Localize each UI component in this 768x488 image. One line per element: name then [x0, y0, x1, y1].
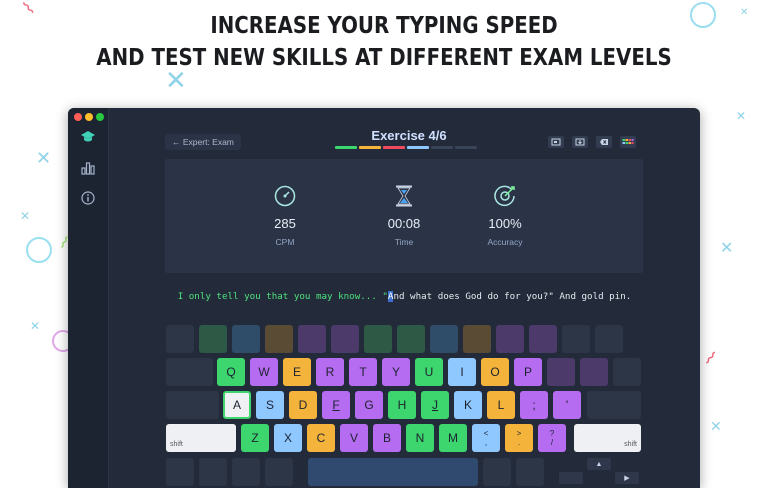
key-n[interactable]: N	[406, 424, 434, 452]
key-t[interactable]: T	[349, 358, 377, 386]
key-upper-label: <	[483, 429, 489, 438]
key-lower-label: ,	[484, 438, 488, 447]
virtual-keyboard: Q W E R T Y U I O P A S D F G H J K L; ' shift Z X C V B N M <, >.? / s…	[109, 108, 700, 488]
key-x[interactable]: X	[274, 424, 302, 452]
space-key[interactable]	[308, 458, 478, 486]
graduation-cap-icon	[81, 131, 95, 142]
key-j[interactable]: J	[421, 391, 449, 419]
key-o[interactable]: O	[481, 358, 509, 386]
sidebar-item-info[interactable]	[79, 189, 97, 207]
key-period[interactable]: >.	[505, 424, 533, 452]
sidebar-item-statistics[interactable]	[79, 159, 97, 177]
tab-key[interactable]	[166, 358, 213, 386]
key-e[interactable]: E	[283, 358, 311, 386]
bracket-right-key[interactable]	[580, 358, 608, 386]
number-key[interactable]	[364, 325, 392, 353]
key-l[interactable]: L	[487, 391, 515, 419]
modifier-key[interactable]	[265, 458, 293, 486]
number-key[interactable]	[199, 325, 227, 353]
key-c[interactable]: C	[307, 424, 335, 452]
decor-cross: ✕	[30, 319, 41, 333]
key-upper-label: ?	[549, 429, 555, 438]
number-key[interactable]	[232, 325, 260, 353]
key-slash[interactable]: ? /	[538, 424, 566, 452]
number-key[interactable]	[496, 325, 524, 353]
close-window-button[interactable]	[74, 113, 82, 121]
modifier-key[interactable]	[232, 458, 260, 486]
modifier-key[interactable]	[166, 458, 194, 486]
key-y[interactable]: Y	[382, 358, 410, 386]
number-key[interactable]	[463, 325, 491, 353]
decor-cross: ✕	[710, 419, 722, 435]
minimize-window-button[interactable]	[85, 113, 93, 121]
key-z[interactable]: Z	[241, 424, 269, 452]
promo-headline: INCREASE YOUR TYPING SPEED AND TEST NEW …	[54, 10, 714, 74]
enter-key[interactable]	[587, 391, 641, 419]
main-area: ← Expert: Exam Exercise 4/6 285 CPM 00:0…	[109, 108, 700, 488]
key-lower-label: .	[517, 438, 521, 447]
caps-lock-key[interactable]	[166, 391, 219, 419]
decor-cross: ✕	[740, 7, 749, 18]
key-d[interactable]: D	[289, 391, 317, 419]
info-icon	[81, 191, 95, 205]
headline-line-2: AND TEST NEW SKILLS AT DIFFERENT EXAM LE…	[96, 45, 672, 71]
bracket-left-key[interactable]	[547, 358, 575, 386]
left-shift-key[interactable]: shift	[166, 424, 236, 452]
key-r[interactable]: R	[316, 358, 344, 386]
decor-paperclip: ⌇	[18, 0, 40, 20]
number-key[interactable]	[430, 325, 458, 353]
modifier-key[interactable]	[199, 458, 227, 486]
decor-cross: ✕	[720, 238, 734, 257]
decor-circle	[26, 237, 52, 263]
key-f[interactable]: F	[322, 391, 350, 419]
number-key[interactable]	[298, 325, 326, 353]
shift-label: shift	[624, 441, 637, 448]
key-h[interactable]: H	[388, 391, 416, 419]
bar-chart-icon	[81, 162, 95, 175]
key-semicolon[interactable]: ;	[520, 391, 548, 419]
decor-cross: ✕	[736, 109, 747, 123]
key-upper-label: >	[516, 429, 522, 438]
key-m[interactable]: M	[439, 424, 467, 452]
modifier-key[interactable]	[516, 458, 544, 486]
arrow-up-key[interactable]: ▲	[587, 458, 611, 470]
modifier-key[interactable]	[483, 458, 511, 486]
number-key[interactable]	[265, 325, 293, 353]
sidebar	[68, 108, 109, 488]
number-key[interactable]	[166, 325, 194, 353]
key-comma[interactable]: <,	[472, 424, 500, 452]
number-key[interactable]	[562, 325, 590, 353]
arrow-right-key[interactable]: ▶	[615, 472, 639, 484]
key-s[interactable]: S	[256, 391, 284, 419]
number-key[interactable]	[529, 325, 557, 353]
key-p[interactable]: P	[514, 358, 542, 386]
decor-paperclip: ⌇	[699, 347, 720, 370]
key-quote[interactable]: '	[553, 391, 581, 419]
headline-line-1: INCREASE YOUR TYPING SPEED	[210, 13, 558, 39]
arrow-left-key[interactable]	[559, 472, 583, 484]
key-a[interactable]: A	[223, 391, 251, 419]
key-g[interactable]: G	[355, 391, 383, 419]
key-k[interactable]: K	[454, 391, 482, 419]
app-window: ← Expert: Exam Exercise 4/6 285 CPM 00:0…	[68, 108, 700, 488]
zoom-window-button[interactable]	[96, 113, 104, 121]
number-key[interactable]	[331, 325, 359, 353]
key-i[interactable]: I	[448, 358, 476, 386]
key-b[interactable]: B	[373, 424, 401, 452]
sidebar-item-lessons[interactable]	[79, 128, 97, 146]
key-lower-label: /	[550, 438, 554, 447]
number-key[interactable]	[397, 325, 425, 353]
decor-cross: ✕	[20, 209, 31, 223]
shift-label: shift	[170, 441, 183, 448]
backslash-key[interactable]	[613, 358, 641, 386]
key-u[interactable]: U	[415, 358, 443, 386]
number-key[interactable]	[595, 325, 623, 353]
right-shift-key[interactable]: shift	[574, 424, 641, 452]
key-q[interactable]: Q	[217, 358, 245, 386]
key-v[interactable]: V	[340, 424, 368, 452]
decor-cross: ✕	[36, 148, 52, 169]
key-w[interactable]: W	[250, 358, 278, 386]
